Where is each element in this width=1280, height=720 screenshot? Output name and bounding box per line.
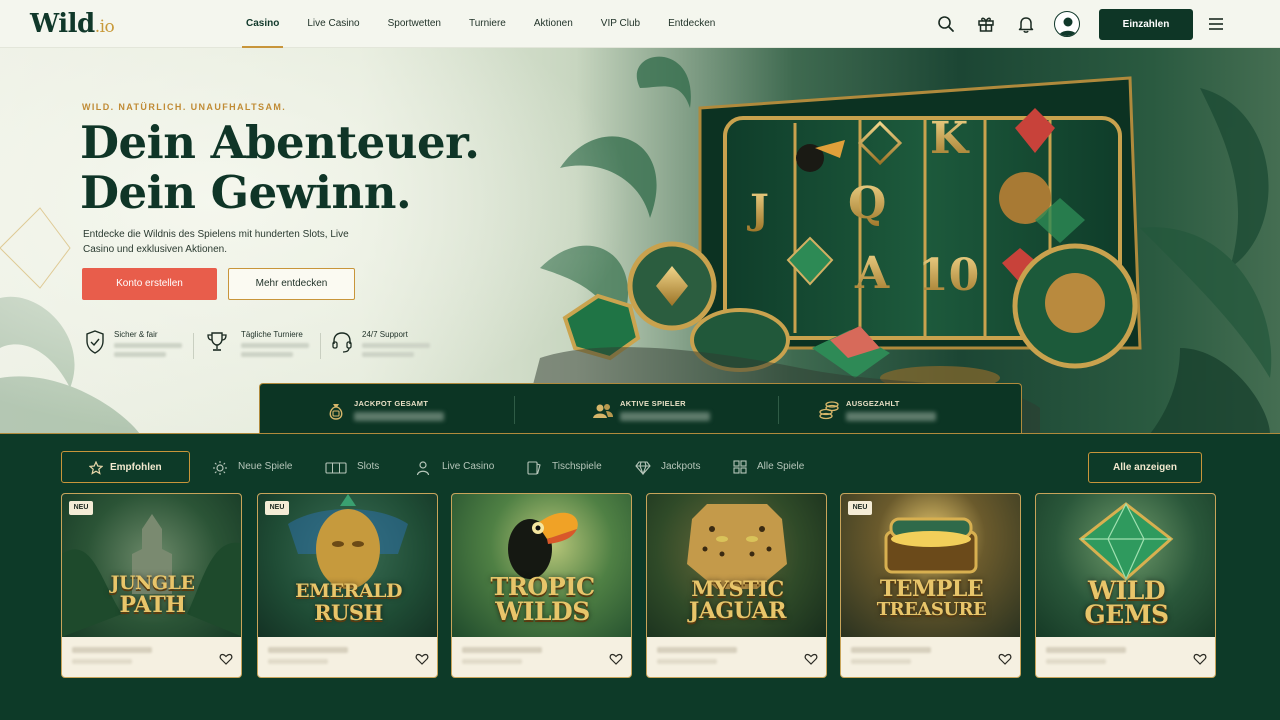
discover-more-button[interactable]: Mehr entdecken [228, 268, 355, 300]
logo[interactable]: Wild.io [30, 9, 115, 39]
deposit-button[interactable]: Einzahlen [1099, 9, 1193, 40]
heart-icon[interactable] [219, 652, 233, 666]
tab-all-games[interactable]: Alle Spiele [733, 451, 813, 483]
moneybag-icon [329, 404, 343, 420]
heart-icon[interactable] [415, 652, 429, 666]
sun-icon [213, 461, 227, 475]
main-nav: Casino Live Casino Sportwetten Turniere … [232, 0, 729, 48]
heart-icon[interactable] [804, 652, 818, 666]
new-badge: NEU [848, 501, 872, 515]
game-card[interactable]: JUNGLE PATH NEU [61, 493, 242, 678]
new-badge: NEU [265, 501, 289, 515]
heart-icon[interactable] [1193, 652, 1207, 666]
stats-bar: JACKPOT GESAMT AKTIVE SPIELER AUSGEZAHLT [259, 383, 1022, 435]
new-badge: NEU [69, 501, 93, 515]
top-header: Wild.io Casino Live Casino Sportwetten T… [0, 0, 1280, 48]
tab-new-games[interactable]: Neue Spiele [212, 451, 302, 483]
create-account-button[interactable]: Konto erstellen [82, 268, 217, 300]
game-thumbnail: TEMPLE TREASURE NEU [841, 494, 1020, 637]
heart-icon[interactable] [609, 652, 623, 666]
game-thumbnail: WILD GEMS [1036, 494, 1215, 637]
game-thumbnail: MYSTIC JAGUAR [647, 494, 826, 637]
avatar[interactable] [1054, 11, 1080, 37]
shield-check-icon [86, 330, 104, 354]
hero-headline: Dein Abenteuer. Dein Gewinn. [80, 116, 480, 219]
users-icon [593, 404, 613, 418]
person-icon [416, 461, 430, 476]
tab-featured[interactable]: Empfohlen [61, 451, 190, 483]
hero-subtext: Entdecke die Wildnis des Spielens mit hu… [83, 229, 349, 255]
slots-icon [325, 462, 347, 474]
menu-icon[interactable] [1206, 14, 1226, 34]
game-thumbnail: TROPIC WILDS [452, 494, 631, 637]
search-icon[interactable] [936, 14, 956, 34]
user-icon [1059, 17, 1077, 36]
star-icon [89, 461, 103, 475]
slot-symbol-j: J [747, 186, 769, 233]
nav-casino[interactable]: Casino [232, 0, 293, 48]
hero-eyebrow: WILD. NATÜRLICH. UNAUFHALTSAM. [82, 102, 287, 112]
slot-symbol-a: A [854, 248, 890, 299]
bell-icon[interactable] [1016, 14, 1036, 34]
tab-table-games[interactable]: Tischspiele [526, 451, 606, 483]
slot-symbol-k: K [930, 113, 970, 164]
nav-sportwetten[interactable]: Sportwetten [374, 0, 455, 48]
trophy-icon [207, 332, 227, 351]
hero-banner: J Q K A 10 WILD. NATÜRLICH. UNAUFHALTSAM… [0, 48, 1280, 434]
coins-icon [819, 401, 839, 420]
cards-icon [527, 461, 541, 475]
grid-icon [733, 460, 747, 474]
nav-turniere[interactable]: Turniere [455, 0, 520, 48]
nav-entdecken[interactable]: Entdecken [654, 0, 729, 48]
show-all-button[interactable]: Alle anzeigen [1088, 452, 1202, 483]
slot-symbol-10: 10 [918, 250, 979, 301]
stat-divider [778, 396, 779, 424]
feature-divider [320, 333, 321, 359]
diamond-icon [635, 461, 651, 475]
tab-slots[interactable]: Slots [325, 451, 385, 483]
feature-divider [193, 333, 194, 359]
headset-icon [332, 332, 352, 353]
slot-symbol-q: Q [848, 178, 886, 229]
game-card[interactable]: TEMPLE TREASURE NEU [840, 493, 1021, 678]
game-card[interactable]: EMERALD RUSH NEU [257, 493, 438, 678]
nav-aktionen[interactable]: Aktionen [520, 0, 587, 48]
game-card[interactable]: WILD GEMS [1035, 493, 1216, 678]
game-thumbnail: EMERALD RUSH NEU [258, 494, 437, 637]
heart-icon[interactable] [998, 652, 1012, 666]
gift-icon[interactable] [976, 14, 996, 34]
game-card[interactable]: MYSTIC JAGUAR [646, 493, 827, 678]
game-thumbnail: JUNGLE PATH NEU [62, 494, 241, 637]
stat-divider [514, 396, 515, 424]
nav-live-casino[interactable]: Live Casino [293, 0, 373, 48]
nav-vip-club[interactable]: VIP Club [587, 0, 654, 48]
tab-live-casino[interactable]: Live Casino [416, 451, 496, 483]
tab-jackpots[interactable]: Jackpots [635, 451, 705, 483]
game-card[interactable]: TROPIC WILDS [451, 493, 632, 678]
